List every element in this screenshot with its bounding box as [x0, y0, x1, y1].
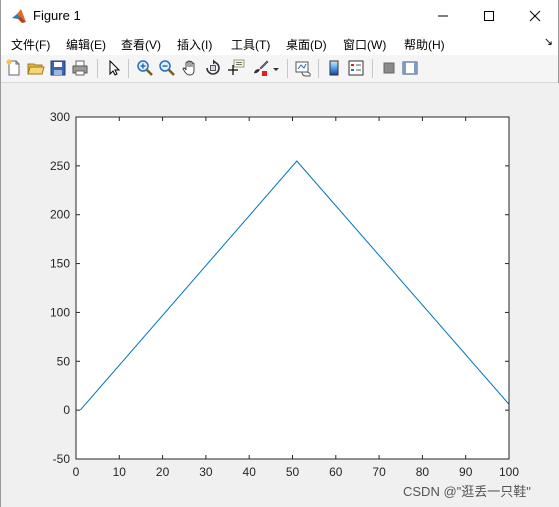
menu-tools[interactable]: 工具(T) — [231, 36, 270, 53]
maximize-icon — [484, 10, 494, 21]
insert-colorbar-icon[interactable] — [325, 59, 343, 77]
brush-dropdown-icon[interactable] — [271, 59, 281, 77]
maximize-button[interactable] — [466, 0, 512, 31]
matlab-logo-icon — [12, 8, 26, 23]
x-tick-label: 80 — [416, 465, 430, 479]
menu-window[interactable]: 窗口(W) — [343, 36, 386, 53]
y-tick-label: 200 — [50, 208, 70, 222]
save-figure-icon[interactable] — [49, 59, 67, 77]
new-figure-icon[interactable] — [5, 59, 23, 77]
zoom-out-icon[interactable] — [158, 59, 176, 77]
menu-dock-arrow-icon[interactable]: ↘ — [544, 35, 553, 48]
close-button[interactable] — [512, 0, 558, 31]
link-plot-icon[interactable] — [294, 59, 312, 77]
window-controls — [420, 0, 558, 31]
minimize-button[interactable] — [420, 0, 466, 31]
window-title: Figure 1 — [33, 8, 81, 23]
figure-toolbar — [1, 55, 558, 83]
rotate-3d-icon[interactable] — [204, 59, 222, 77]
figure-window: Figure 1 文件(F) 编辑(E) 查看(V) 插入(I) 工具(T) 桌… — [0, 0, 559, 507]
x-tick-label: 0 — [73, 465, 80, 479]
menu-bar: 文件(F) 编辑(E) 查看(V) 插入(I) 工具(T) 桌面(D) 窗口(W… — [1, 31, 558, 55]
print-figure-icon[interactable] — [71, 59, 89, 77]
menu-view[interactable]: 查看(V) — [121, 36, 161, 53]
x-tick-label: 70 — [372, 465, 386, 479]
y-tick-label: 300 — [50, 110, 70, 124]
axes-background — [76, 117, 509, 459]
figure-canvas[interactable]: 0 10 20 30 40 50 60 70 80 90 100 -50 0 50 100 150 200 25… — [1, 83, 559, 507]
minimize-icon — [438, 15, 448, 16]
brush-icon[interactable] — [251, 59, 269, 77]
show-plot-tools-icon[interactable] — [401, 59, 419, 77]
x-tick-label: 50 — [286, 465, 300, 479]
y-tick-label: 0 — [63, 403, 70, 417]
y-tick-label: 150 — [50, 257, 70, 271]
y-tick-label: 50 — [57, 354, 71, 368]
zoom-in-icon[interactable] — [136, 59, 154, 77]
toolbar-separator — [97, 59, 98, 78]
toolbar-separator — [372, 59, 373, 78]
x-tick-label: 30 — [199, 465, 213, 479]
menu-insert[interactable]: 插入(I) — [177, 36, 212, 53]
x-tick-label: 10 — [113, 465, 127, 479]
edit-plot-pointer-icon[interactable] — [105, 59, 123, 77]
x-tick-label: 60 — [329, 465, 343, 479]
menu-help[interactable]: 帮助(H) — [404, 36, 445, 53]
x-tick-label: 20 — [156, 465, 170, 479]
hide-plot-tools-icon[interactable] — [380, 59, 398, 77]
close-icon — [529, 10, 541, 21]
pan-hand-icon[interactable] — [181, 59, 199, 77]
csdn-watermark: CSDN @"逛丢一只鞋" — [403, 484, 531, 499]
toolbar-separator — [318, 59, 319, 78]
toolbar-separator — [287, 59, 288, 78]
y-tick-label: -50 — [53, 452, 71, 466]
x-tick-label: 90 — [459, 465, 473, 479]
insert-legend-icon[interactable] — [347, 59, 365, 77]
y-tick-label: 250 — [50, 159, 70, 173]
y-tick-label: 100 — [50, 305, 70, 319]
x-tick-label: 100 — [499, 465, 519, 479]
x-tick-label: 40 — [243, 465, 257, 479]
line-chart[interactable]: 0 10 20 30 40 50 60 70 80 90 100 -5005010015020025… — [1, 83, 559, 507]
toolbar-separator — [128, 59, 129, 78]
menu-file[interactable]: 文件(F) — [11, 36, 50, 53]
open-file-icon[interactable] — [27, 59, 45, 77]
data-cursor-icon[interactable] — [227, 59, 245, 77]
menu-desktop[interactable]: 桌面(D) — [286, 36, 327, 53]
menu-edit[interactable]: 编辑(E) — [66, 36, 106, 53]
title-bar[interactable]: Figure 1 — [1, 0, 558, 31]
